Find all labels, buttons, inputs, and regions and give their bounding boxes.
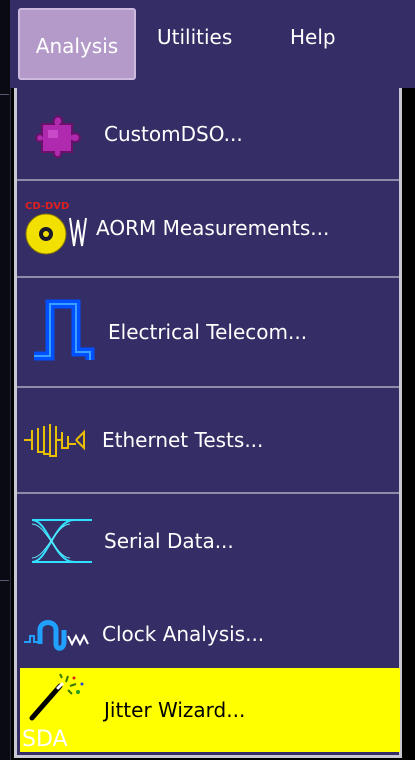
pulse-icon bbox=[30, 296, 100, 373]
edge-tick bbox=[0, 580, 9, 581]
menu-item-label: Ethernet Tests... bbox=[102, 428, 264, 452]
menu-item-label: AORM Measurements... bbox=[96, 216, 330, 240]
menu-item-aorm-measurements[interactable]: CD-DVD AORM Measurements... bbox=[20, 182, 400, 274]
edge-tick bbox=[0, 94, 9, 95]
menu-item-ethernet-tests[interactable]: Ethernet Tests... bbox=[20, 388, 400, 492]
svg-text:SDA: SDA bbox=[22, 727, 68, 750]
wand-icon: SDA bbox=[22, 672, 102, 755]
menu-item-jitter-wizard[interactable]: SDA Jitter Wizard... bbox=[20, 668, 400, 752]
scope-window: Analysis Utilities Help CustomDSO... CD-… bbox=[0, 0, 415, 760]
menu-item-serial-data[interactable]: Serial Data... bbox=[20, 494, 400, 588]
eye-diagram-icon bbox=[28, 516, 96, 571]
analysis-dropdown: CustomDSO... CD-DVD AORM Measurements... bbox=[14, 88, 402, 758]
ethernet-waveform-icon bbox=[22, 416, 102, 469]
puzzle-icon bbox=[34, 110, 86, 165]
cd-dvd-icon: CD-DVD bbox=[22, 198, 102, 261]
menu-item-label: Serial Data... bbox=[104, 529, 234, 553]
menu-item-label: Jitter Wizard... bbox=[104, 698, 246, 722]
menu-utilities[interactable]: Utilities bbox=[147, 18, 242, 56]
menu-item-electrical-telecom[interactable]: Electrical Telecom... bbox=[20, 278, 400, 386]
menu-item-label: Electrical Telecom... bbox=[108, 320, 308, 344]
menu-item-label: Clock Analysis... bbox=[102, 622, 265, 646]
window-edge bbox=[0, 0, 11, 760]
menu-analysis[interactable]: Analysis bbox=[18, 8, 136, 80]
svg-text:CD-DVD: CD-DVD bbox=[25, 201, 69, 212]
menu-help[interactable]: Help bbox=[280, 18, 346, 56]
menu-bar: Analysis Utilities Help bbox=[10, 0, 415, 88]
menu-item-label: CustomDSO... bbox=[104, 122, 243, 146]
menu-item-clock-analysis[interactable]: Clock Analysis... bbox=[20, 588, 400, 680]
separator bbox=[17, 179, 399, 181]
menu-item-customdso[interactable]: CustomDSO... bbox=[20, 92, 400, 176]
clock-waveform-icon bbox=[22, 616, 102, 657]
